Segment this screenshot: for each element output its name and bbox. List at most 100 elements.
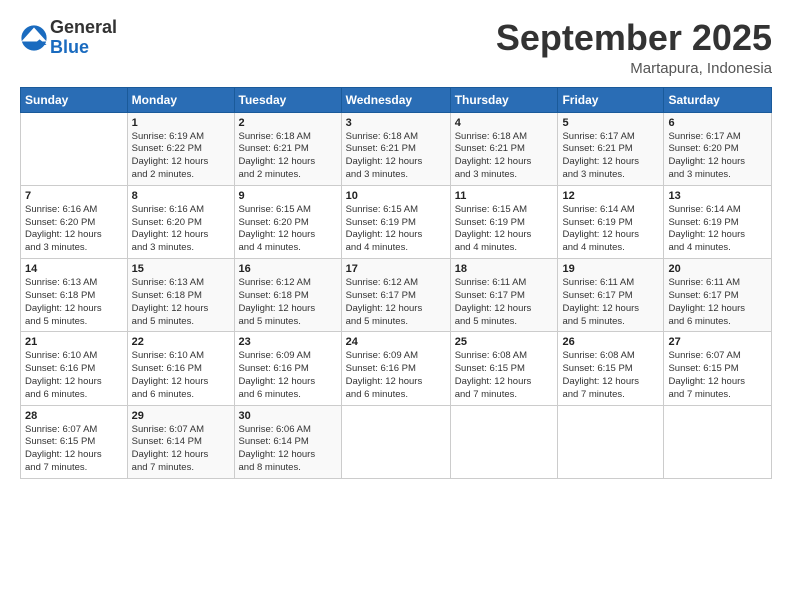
day-number: 21	[25, 336, 123, 348]
day-number: 28	[25, 410, 123, 422]
calendar-week-row: 1 Sunrise: 6:19 AMSunset: 6:22 PMDaylight…	[21, 112, 772, 185]
calendar-cell	[664, 405, 772, 478]
day-info: Sunrise: 6:11 AMSunset: 6:17 PMDaylight:…	[668, 277, 767, 328]
day-number: 17	[346, 263, 446, 275]
calendar-week-row: 7 Sunrise: 6:16 AMSunset: 6:20 PMDaylight…	[21, 185, 772, 258]
col-tuesday: Tuesday	[234, 87, 341, 112]
day-number: 6	[668, 117, 767, 129]
calendar-body: 1 Sunrise: 6:19 AMSunset: 6:22 PMDaylight…	[21, 112, 772, 478]
day-number: 12	[562, 190, 659, 202]
logo-text: General Blue	[50, 18, 117, 58]
calendar-cell: 24Sunrise: 6:09 AMSunset: 6:16 PMDayligh…	[341, 332, 450, 405]
day-info: Sunrise: 6:12 AMSunset: 6:17 PMDaylight:…	[346, 277, 446, 328]
calendar-cell: 25Sunrise: 6:08 AMSunset: 6:15 PMDayligh…	[450, 332, 558, 405]
day-number: 24	[346, 336, 446, 348]
header: General Blue September 2025 Martapura, I…	[20, 18, 772, 77]
day-number: 15	[132, 263, 230, 275]
logo: General Blue	[20, 18, 117, 58]
col-wednesday: Wednesday	[341, 87, 450, 112]
calendar-cell: 21 Sunrise: 6:10 AMSunset: 6:16 PMDayligh…	[21, 332, 128, 405]
calendar-cell: 2Sunrise: 6:18 AMSunset: 6:21 PMDaylight…	[234, 112, 341, 185]
day-info: Sunrise: 6:15 AMSunset: 6:20 PMDaylight:…	[239, 204, 337, 255]
calendar-cell: 8 Sunrise: 6:16 AMSunset: 6:20 PMDaylight…	[127, 185, 234, 258]
day-info: Sunrise: 6:19 AMSunset: 6:22 PMDaylight:…	[132, 131, 230, 182]
day-number: 11	[455, 190, 554, 202]
calendar-cell: 26Sunrise: 6:08 AMSunset: 6:15 PMDayligh…	[558, 332, 664, 405]
calendar-cell: 1 Sunrise: 6:19 AMSunset: 6:22 PMDaylight…	[127, 112, 234, 185]
calendar-cell: 28 Sunrise: 6:07 AMSunset: 6:15 PMDayligh…	[21, 405, 128, 478]
day-number: 30	[239, 410, 337, 422]
day-info: Sunrise: 6:12 AMSunset: 6:18 PMDaylight:…	[239, 277, 337, 328]
calendar-week-row: 21 Sunrise: 6:10 AMSunset: 6:16 PMDayligh…	[21, 332, 772, 405]
calendar-table: Sunday Monday Tuesday Wednesday Thursday…	[20, 87, 772, 479]
day-info: Sunrise: 6:18 AMSunset: 6:21 PMDaylight:…	[346, 131, 446, 182]
day-number: 1	[132, 117, 230, 129]
calendar-cell: 14Sunrise: 6:13 AMSunset: 6:18 PMDayligh…	[21, 259, 128, 332]
day-info: Sunrise: 6:18 AMSunset: 6:21 PMDaylight:…	[455, 131, 554, 182]
day-info: Sunrise: 6:10 AMSunset: 6:16 PMDaylight:…	[132, 350, 230, 401]
calendar-cell: 16 Sunrise: 6:12 AMSunset: 6:18 PMDayligh…	[234, 259, 341, 332]
calendar-cell: 13Sunrise: 6:14 AMSunset: 6:19 PMDayligh…	[664, 185, 772, 258]
calendar-cell: 3 Sunrise: 6:18 AMSunset: 6:21 PMDaylight…	[341, 112, 450, 185]
day-info: Sunrise: 6:16 AMSunset: 6:20 PMDaylight:…	[25, 204, 123, 255]
day-info: Sunrise: 6:15 AMSunset: 6:19 PMDaylight:…	[346, 204, 446, 255]
day-number: 22	[132, 336, 230, 348]
calendar-week-row: 14 Sunrise: 6:13 AMSunset: 6:18 PMDayligh…	[21, 259, 772, 332]
day-info: Sunrise: 6:10 AMSunset: 6:16 PMDaylight:…	[25, 350, 123, 401]
calendar-cell: 10 Sunrise: 6:15 AMSunset: 6:19 PMDayligh…	[341, 185, 450, 258]
calendar-cell: 9 Sunrise: 6:15 AMSunset: 6:20 PMDaylight…	[234, 185, 341, 258]
day-number: 3	[346, 117, 446, 129]
day-info: Sunrise: 6:06 AMSunset: 6:14 PMDaylight:…	[239, 424, 337, 475]
subtitle: Martapura, Indonesia	[496, 60, 772, 77]
col-sunday: Sunday	[21, 87, 128, 112]
day-number: 18	[455, 263, 554, 275]
day-info: Sunrise: 6:17 AMSunset: 6:20 PMDaylight:…	[668, 131, 767, 182]
day-number: 7	[25, 190, 123, 202]
calendar-cell: 15 Sunrise: 6:13 AMSunset: 6:18 PMDayligh…	[127, 259, 234, 332]
day-info: Sunrise: 6:07 AMSunset: 6:15 PMDaylight:…	[25, 424, 123, 475]
calendar-week-row: 28 Sunrise: 6:07 AMSunset: 6:15 PMDayligh…	[21, 405, 772, 478]
day-number: 23	[239, 336, 337, 348]
col-monday: Monday	[127, 87, 234, 112]
logo-general-label: General	[50, 18, 117, 38]
page: General Blue September 2025 Martapura, I…	[0, 0, 792, 612]
day-number: 13	[668, 190, 767, 202]
day-number: 20	[668, 263, 767, 275]
day-info: Sunrise: 6:07 AMSunset: 6:14 PMDaylight:…	[132, 424, 230, 475]
day-number: 8	[132, 190, 230, 202]
calendar-cell: 27Sunrise: 6:07 AMSunset: 6:15 PMDayligh…	[664, 332, 772, 405]
day-number: 9	[239, 190, 337, 202]
calendar-cell: 18 Sunrise: 6:11 AMSunset: 6:17 PMDayligh…	[450, 259, 558, 332]
calendar-cell: 5 Sunrise: 6:17 AMSunset: 6:21 PMDaylight…	[558, 112, 664, 185]
day-info: Sunrise: 6:14 AMSunset: 6:19 PMDaylight:…	[562, 204, 659, 255]
calendar-cell: 22 Sunrise: 6:10 AMSunset: 6:16 PMDayligh…	[127, 332, 234, 405]
day-number: 19	[562, 263, 659, 275]
day-info: Sunrise: 6:17 AMSunset: 6:21 PMDaylight:…	[562, 131, 659, 182]
day-number: 5	[562, 117, 659, 129]
day-info: Sunrise: 6:09 AMSunset: 6:16 PMDaylight:…	[239, 350, 337, 401]
col-thursday: Thursday	[450, 87, 558, 112]
col-friday: Friday	[558, 87, 664, 112]
day-number: 16	[239, 263, 337, 275]
day-info: Sunrise: 6:08 AMSunset: 6:15 PMDaylight:…	[562, 350, 659, 401]
day-number: 10	[346, 190, 446, 202]
calendar-cell: 30 Sunrise: 6:06 AMSunset: 6:14 PMDayligh…	[234, 405, 341, 478]
day-number: 25	[455, 336, 554, 348]
header-row: Sunday Monday Tuesday Wednesday Thursday…	[21, 87, 772, 112]
day-info: Sunrise: 6:16 AMSunset: 6:20 PMDaylight:…	[132, 204, 230, 255]
calendar-cell: 11Sunrise: 6:15 AMSunset: 6:19 PMDayligh…	[450, 185, 558, 258]
calendar-cell: 17 Sunrise: 6:12 AMSunset: 6:17 PMDayligh…	[341, 259, 450, 332]
calendar-cell: 12 Sunrise: 6:14 AMSunset: 6:19 PMDayligh…	[558, 185, 664, 258]
col-saturday: Saturday	[664, 87, 772, 112]
calendar-cell: 20 Sunrise: 6:11 AMSunset: 6:17 PMDayligh…	[664, 259, 772, 332]
calendar-cell: 29Sunrise: 6:07 AMSunset: 6:14 PMDayligh…	[127, 405, 234, 478]
title-block: September 2025 Martapura, Indonesia	[496, 18, 772, 77]
day-info: Sunrise: 6:13 AMSunset: 6:18 PMDaylight:…	[132, 277, 230, 328]
day-info: Sunrise: 6:11 AMSunset: 6:17 PMDaylight:…	[455, 277, 554, 328]
logo-blue-label: Blue	[50, 38, 117, 58]
day-number: 4	[455, 117, 554, 129]
calendar-header: Sunday Monday Tuesday Wednesday Thursday…	[21, 87, 772, 112]
calendar-cell: 4 Sunrise: 6:18 AMSunset: 6:21 PMDaylight…	[450, 112, 558, 185]
day-number: 14	[25, 263, 123, 275]
calendar-cell: 6 Sunrise: 6:17 AMSunset: 6:20 PMDaylight…	[664, 112, 772, 185]
